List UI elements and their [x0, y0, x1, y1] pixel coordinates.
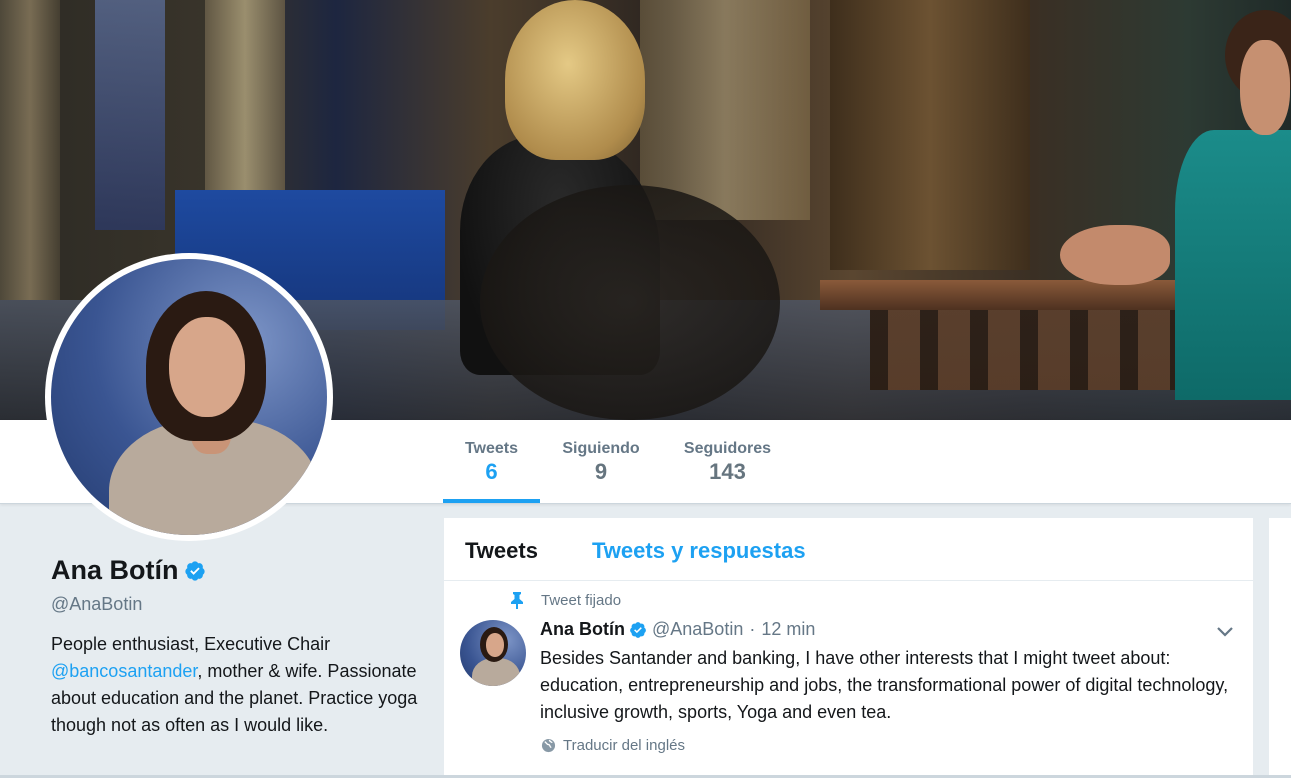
- translate-label: Traducir del inglés: [563, 737, 685, 754]
- stat-followers-value: 143: [709, 459, 746, 484]
- timeline-tabs: Tweets Tweets y respuestas: [444, 518, 1253, 581]
- profile-avatar[interactable]: [45, 253, 333, 541]
- pinned-indicator: Tweet fijado: [510, 592, 621, 609]
- tweet-avatar[interactable]: [460, 620, 526, 686]
- pinned-label: Tweet fijado: [541, 592, 622, 609]
- profile-name[interactable]: Ana Botín: [51, 555, 179, 586]
- timeline: Tweets Tweets y respuestas Tweet fijado …: [444, 518, 1253, 778]
- stat-tweets[interactable]: Tweets 6: [443, 420, 540, 503]
- banner-door: [640, 0, 810, 220]
- tab-tweets-replies[interactable]: Tweets y respuestas: [592, 538, 806, 564]
- banner-window: [95, 0, 165, 230]
- verified-badge-icon: [184, 560, 205, 581]
- tweet-avatar-body: [472, 658, 520, 686]
- tab-tweets[interactable]: Tweets: [465, 538, 538, 564]
- banner-hand: [1060, 225, 1170, 285]
- tweet-separator: ·: [749, 619, 756, 639]
- stat-following-label: Siguiendo: [562, 440, 640, 457]
- banner-person: [1175, 130, 1291, 400]
- bio-mention-link[interactable]: @bancosantander: [51, 661, 197, 681]
- right-sidebar-card: [1269, 518, 1291, 778]
- stat-followers-label: Seguidores: [683, 440, 772, 457]
- profile-handle[interactable]: @AnaBotin: [51, 594, 421, 615]
- banner-blur: [480, 185, 780, 420]
- profile-card: Ana Botín @AnaBotin People enthusiast, E…: [51, 555, 421, 739]
- banner-cabinet: [830, 0, 1030, 270]
- chevron-down-icon[interactable]: [1215, 624, 1235, 638]
- translate-button[interactable]: Traducir del inglés: [541, 737, 685, 754]
- stat-followers[interactable]: Seguidores 143: [676, 420, 779, 503]
- stat-following-value: 9: [594, 459, 608, 484]
- profile-bio: People enthusiast, Executive Chair @banc…: [51, 631, 421, 739]
- stat-tweets-label: Tweets: [464, 440, 519, 457]
- tweet-avatar-face: [486, 633, 504, 657]
- tweet-text: Besides Santander and banking, I have ot…: [540, 648, 1229, 722]
- tweet-header: Ana Botín @AnaBotin · 12 min: [540, 619, 815, 640]
- bio-text: People enthusiast, Executive Chair: [51, 634, 331, 654]
- avatar-face: [169, 317, 245, 417]
- stat-tweets-value: 6: [485, 459, 498, 484]
- banner-pillar: [0, 0, 60, 300]
- tweet-author-name[interactable]: Ana Botín: [540, 619, 625, 640]
- tweet-author-handle[interactable]: @AnaBotin: [652, 619, 743, 640]
- avatar-photo: [51, 259, 327, 535]
- banner-person-hair: [505, 0, 645, 160]
- pin-icon: [511, 592, 523, 609]
- tweet-timestamp[interactable]: 12 min: [761, 619, 815, 640]
- profile-name-row: Ana Botín: [51, 555, 421, 586]
- banner-person-face: [1240, 40, 1290, 135]
- globe-icon: [541, 738, 556, 753]
- verified-badge-icon: [630, 621, 646, 638]
- stat-following[interactable]: Siguiendo 9: [556, 420, 646, 503]
